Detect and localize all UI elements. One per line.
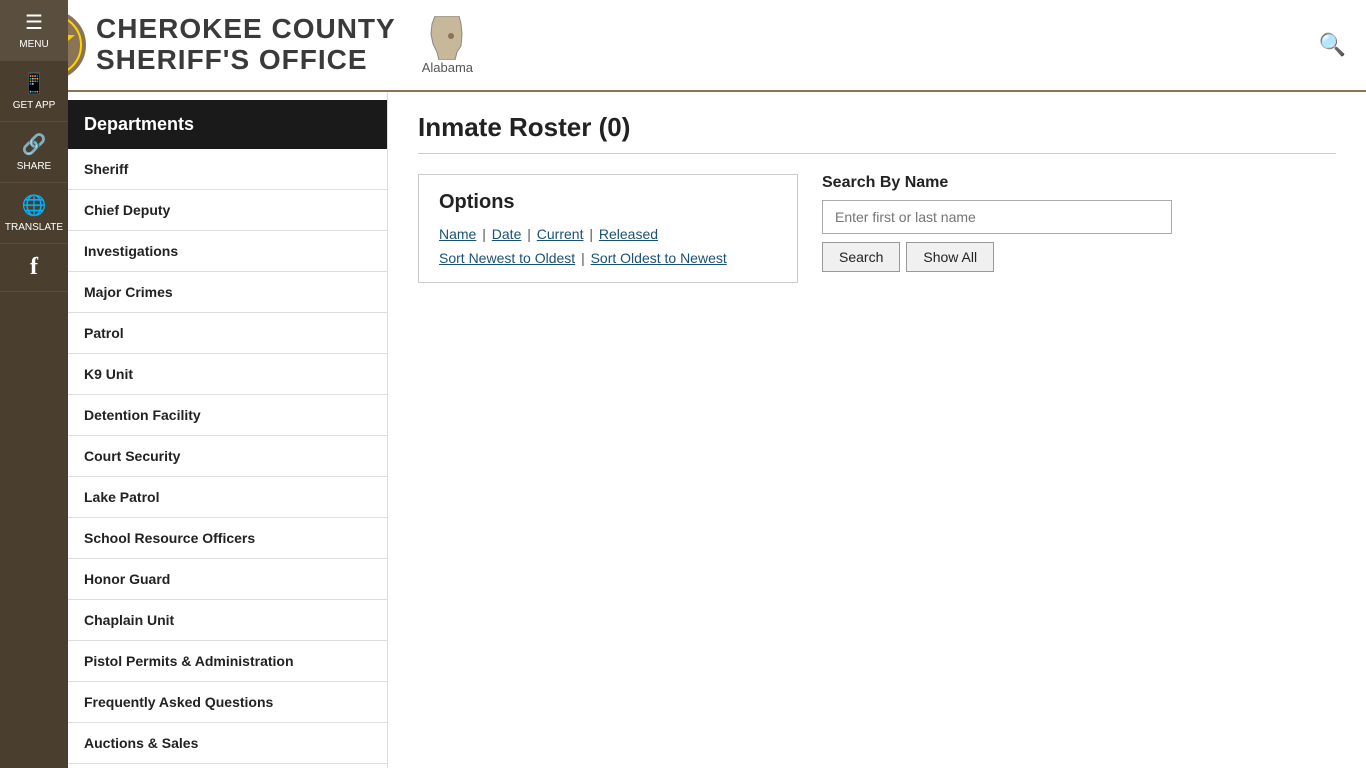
sidebar-menu-button[interactable]: ☰ MENU bbox=[0, 0, 68, 61]
dept-nav-item[interactable]: Crime Prevention bbox=[68, 764, 387, 768]
sidebar-facebook-button[interactable]: f bbox=[0, 244, 68, 292]
dept-nav-item[interactable]: Auctions & Sales bbox=[68, 723, 387, 764]
filter-released-link[interactable]: Released bbox=[599, 226, 658, 242]
title-line2: SHERIFF'S OFFICE bbox=[96, 45, 396, 76]
options-title: Options bbox=[439, 191, 777, 214]
globe-icon: 🌐 bbox=[22, 193, 47, 218]
dept-nav-item[interactable]: Pistol Permits & Administration bbox=[68, 641, 387, 682]
page-title: Inmate Roster (0) bbox=[418, 112, 1336, 154]
dept-nav-item[interactable]: Chief Deputy bbox=[68, 190, 387, 231]
sidebar-get-app-label: GET APP bbox=[13, 100, 56, 111]
filter-current-link[interactable]: Current bbox=[537, 226, 584, 242]
dept-nav-item[interactable]: School Resource Officers bbox=[68, 518, 387, 559]
facebook-icon: f bbox=[30, 254, 38, 281]
site-title: CHEROKEE COUNTY SHERIFF'S OFFICE bbox=[96, 14, 396, 76]
site-header: SHERIFF CHEROKEE COUNTY SHERIFF'S OFFICE… bbox=[0, 0, 1366, 92]
dept-nav-item[interactable]: Chaplain Unit bbox=[68, 600, 387, 641]
filter-name-link[interactable]: Name bbox=[439, 226, 476, 242]
share-icon: 🔗 bbox=[22, 132, 47, 157]
dept-nav-item[interactable]: Sheriff bbox=[68, 149, 387, 190]
search-buttons: Search Show All bbox=[822, 242, 1172, 272]
sidebar-share-label: SHARE bbox=[17, 161, 51, 172]
departments-heading: Departments bbox=[68, 100, 387, 149]
show-all-button[interactable]: Show All bbox=[906, 242, 994, 272]
dept-nav-item[interactable]: Detention Facility bbox=[68, 395, 387, 436]
dept-nav-item[interactable]: Honor Guard bbox=[68, 559, 387, 600]
filter-links: Name | Date | Current | Released bbox=[439, 226, 777, 242]
header-search-icon[interactable]: 🔍 bbox=[1319, 32, 1346, 58]
dept-nav-item[interactable]: Frequently Asked Questions bbox=[68, 682, 387, 723]
search-title: Search By Name bbox=[822, 174, 1172, 192]
state-map: Alabama bbox=[422, 16, 473, 75]
sidebar-translate-label: TRANSLATE bbox=[5, 222, 63, 233]
sidebar-menu-label: MENU bbox=[19, 39, 48, 50]
logo-area: SHERIFF CHEROKEE COUNTY SHERIFF'S OFFICE… bbox=[16, 10, 473, 80]
content-area: Options Name | Date | Current | Released… bbox=[418, 174, 1336, 283]
options-box: Options Name | Date | Current | Released… bbox=[418, 174, 798, 283]
main-container: Departments SheriffChief DeputyInvestiga… bbox=[68, 92, 1366, 768]
title-line1: CHEROKEE COUNTY bbox=[96, 14, 396, 45]
sidebar-translate-button[interactable]: 🌐 TRANSLATE bbox=[0, 183, 68, 244]
filter-date-link[interactable]: Date bbox=[492, 226, 522, 242]
department-nav: Departments SheriffChief DeputyInvestiga… bbox=[68, 92, 388, 768]
dept-nav-item[interactable]: Investigations bbox=[68, 231, 387, 272]
main-content: Inmate Roster (0) Options Name | Date | … bbox=[388, 92, 1366, 768]
dept-nav-item[interactable]: K9 Unit bbox=[68, 354, 387, 395]
menu-icon: ☰ bbox=[25, 10, 43, 35]
sidebar-share-button[interactable]: 🔗 SHARE bbox=[0, 122, 68, 183]
dept-nav-item[interactable]: Major Crimes bbox=[68, 272, 387, 313]
left-sidebar: ☰ MENU 📱 GET APP 🔗 SHARE 🌐 TRANSLATE f bbox=[0, 0, 68, 768]
search-button[interactable]: Search bbox=[822, 242, 900, 272]
sort-oldest-link[interactable]: Sort Oldest to Newest bbox=[591, 250, 727, 266]
search-name-input[interactable] bbox=[822, 200, 1172, 234]
dept-nav-item[interactable]: Court Security bbox=[68, 436, 387, 477]
search-box: Search By Name Search Show All bbox=[822, 174, 1172, 272]
dept-nav-item[interactable]: Patrol bbox=[68, 313, 387, 354]
sort-newest-link[interactable]: Sort Newest to Oldest bbox=[439, 250, 575, 266]
sort-links: Sort Newest to Oldest | Sort Oldest to N… bbox=[439, 250, 777, 266]
dept-nav-item[interactable]: Lake Patrol bbox=[68, 477, 387, 518]
phone-icon: 📱 bbox=[22, 71, 47, 96]
sidebar-get-app-button[interactable]: 📱 GET APP bbox=[0, 61, 68, 122]
state-label: Alabama bbox=[422, 60, 473, 75]
